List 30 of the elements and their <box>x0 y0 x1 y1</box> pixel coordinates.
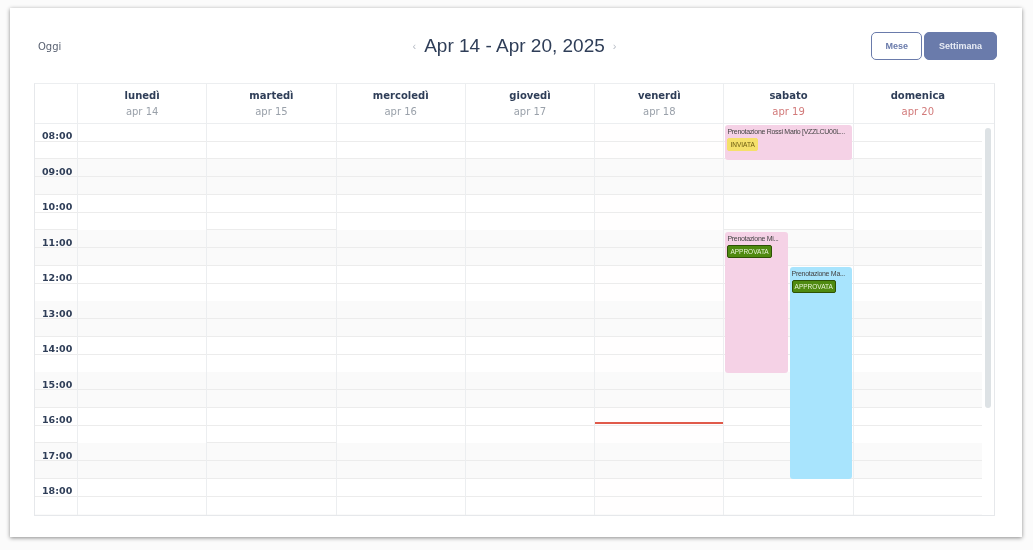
date-range-title: Apr 14 - Apr 20, 2025 <box>424 35 605 57</box>
day-date: apr 14 <box>125 106 159 117</box>
hour-label: 14:00 <box>42 343 73 354</box>
hour-label: 10:00 <box>42 201 73 212</box>
view-toggle-button[interactable]: Mese <box>871 32 922 60</box>
scrollbar-thumb[interactable] <box>985 128 991 408</box>
day-date: apr 15 <box>255 106 288 117</box>
day-date: apr 19 <box>772 106 805 117</box>
hour-label: 16:00 <box>42 414 73 425</box>
hour-label: 18:00 <box>42 485 73 496</box>
day-date: apr 20 <box>901 106 935 117</box>
day-date: apr 16 <box>384 106 417 117</box>
day-name: giovedì <box>509 90 551 101</box>
today-button[interactable]: Oggi <box>34 40 66 52</box>
view-toggle-button[interactable]: Settimana <box>924 32 997 60</box>
day-date: apr 18 <box>643 106 676 117</box>
day-name: sabato <box>769 90 808 101</box>
hour-label: 17:00 <box>42 449 73 461</box>
hour-label: 11:00 <box>42 236 73 248</box>
day-date: apr 17 <box>513 106 547 117</box>
hour-label: 15:00 <box>42 378 73 390</box>
hour-label: 09:00 <box>42 165 73 177</box>
day-name: domenica <box>890 90 946 101</box>
day-name: venerdì <box>637 90 681 101</box>
hour-label: 08:00 <box>42 130 73 141</box>
day-name: lunedì <box>124 90 160 101</box>
day-name: martedì <box>249 90 294 101</box>
hour-label: 13:00 <box>42 307 73 319</box>
hour-label: 12:00 <box>42 272 73 283</box>
day-name: mercoledì <box>372 90 429 101</box>
